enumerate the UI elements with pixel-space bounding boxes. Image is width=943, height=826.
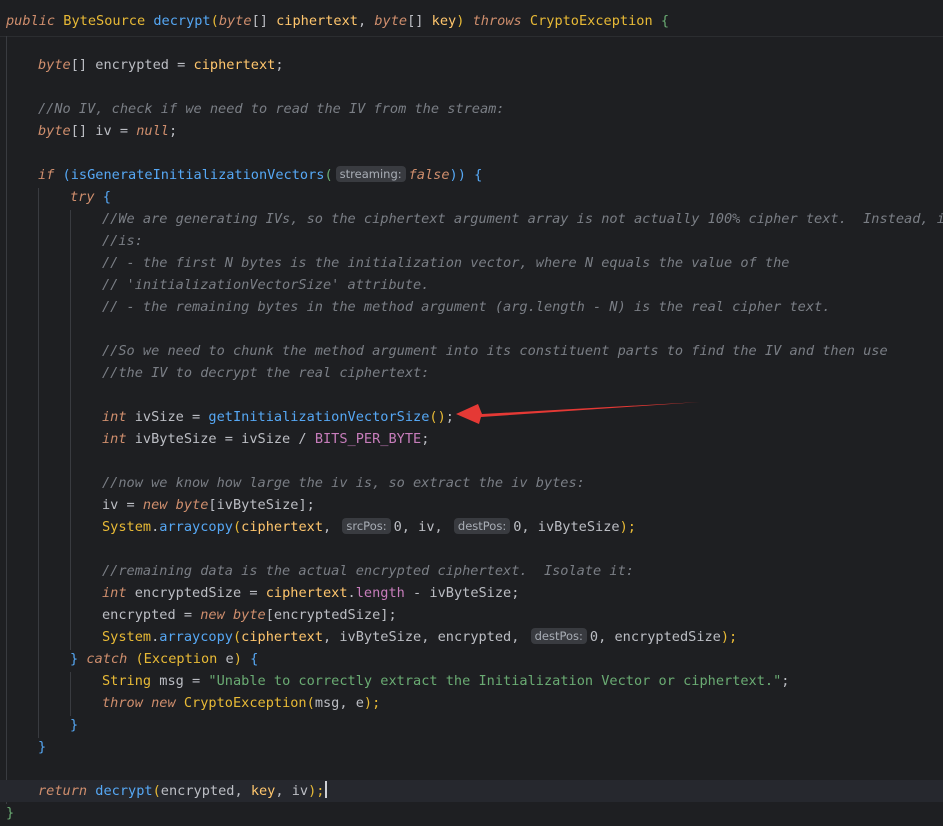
- code-editor[interactable]: public ByteSource decrypt(byte[] ciphert…: [0, 0, 943, 826]
- annotation-arrow-icon: [456, 402, 700, 424]
